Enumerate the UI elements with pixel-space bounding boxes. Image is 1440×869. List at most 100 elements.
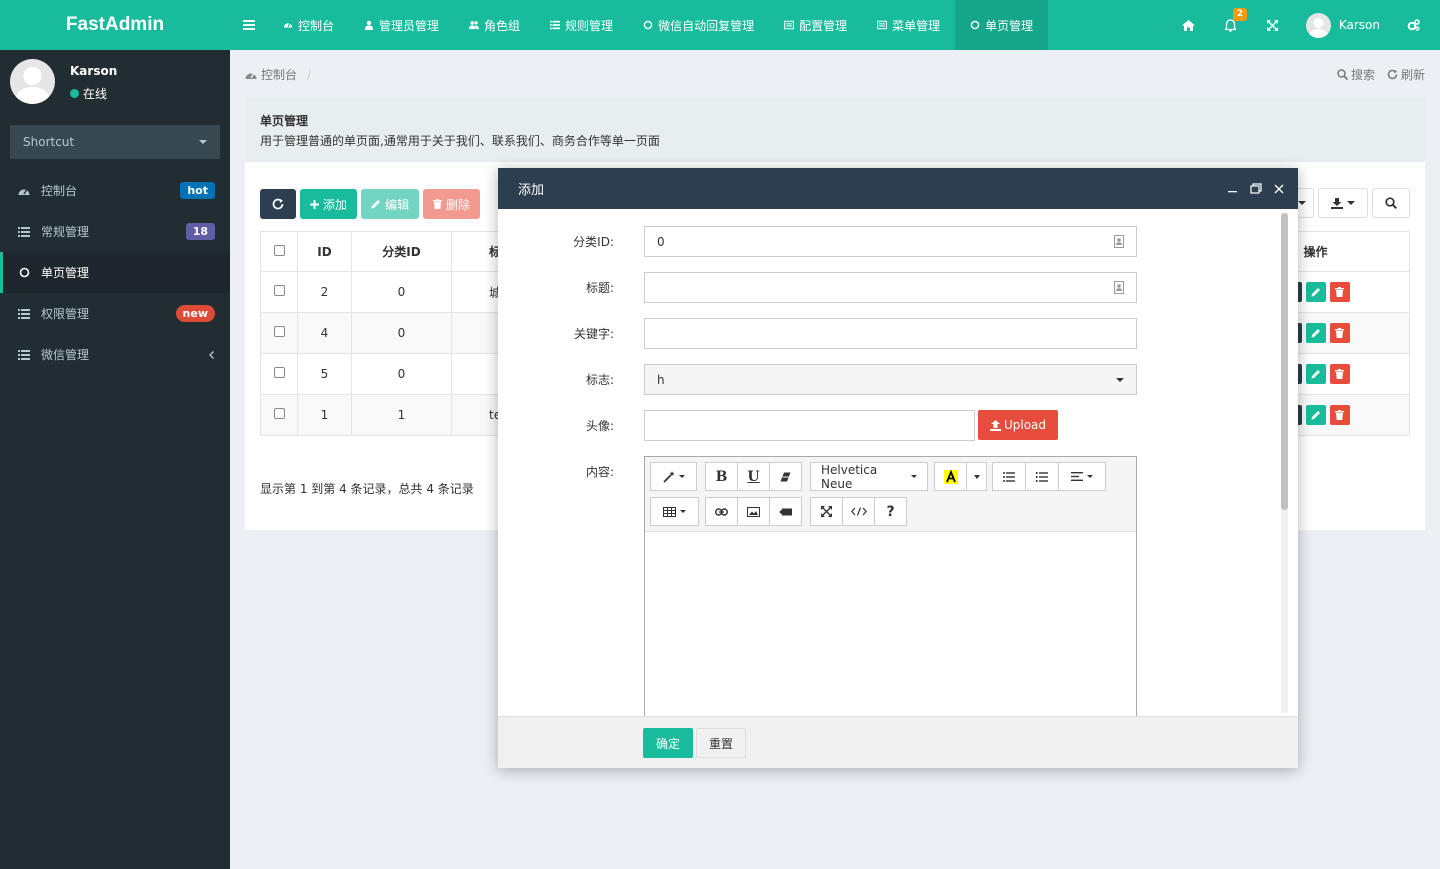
- add-button[interactable]: 添加: [300, 189, 358, 219]
- cell-category-id: 0: [351, 271, 452, 313]
- maximize-button[interactable]: [1250, 183, 1262, 194]
- edit-row-button[interactable]: [1305, 323, 1326, 343]
- export-button[interactable]: [1318, 188, 1368, 218]
- ordered-list-button[interactable]: [1025, 462, 1059, 491]
- underline-button[interactable]: U: [737, 462, 770, 491]
- delete-row-button[interactable]: [1329, 405, 1350, 425]
- font-family-select[interactable]: Helvetica Neue: [810, 462, 928, 491]
- notification-count-badge: 2: [1232, 8, 1248, 21]
- edit-row-button[interactable]: [1305, 364, 1326, 384]
- dialog-body: 分类ID: 0 标题: 关键字: 标志: h 头像: Upload 内容: B …: [498, 209, 1298, 716]
- delete-row-button[interactable]: [1329, 323, 1350, 343]
- sidebar-item-page-management[interactable]: 单页管理: [0, 252, 230, 293]
- tab-menu-management[interactable]: 菜单管理: [862, 0, 955, 50]
- tab-admin-management[interactable]: 管理员管理: [349, 0, 454, 50]
- video-button[interactable]: [769, 497, 802, 526]
- cell-category-id: 0: [351, 312, 452, 354]
- font-color-dropdown[interactable]: [966, 462, 987, 491]
- editor-content-area[interactable]: [645, 532, 1136, 716]
- submit-button[interactable]: 确定: [643, 728, 693, 758]
- clear-format-button[interactable]: [769, 462, 802, 491]
- dialog-header[interactable]: 添加: [498, 168, 1298, 209]
- user-panel: Karson 在线: [10, 59, 220, 109]
- breadcrumb-separator: /: [307, 67, 312, 82]
- app-logo[interactable]: FastAdmin: [0, 0, 230, 50]
- upload-icon: [989, 419, 1001, 431]
- settings-button[interactable]: [1392, 0, 1434, 50]
- style-button[interactable]: [650, 462, 697, 491]
- scrollbar-thumb[interactable]: [1281, 213, 1288, 510]
- search-toggle-button[interactable]: [1372, 188, 1410, 218]
- reset-button[interactable]: 重置: [696, 728, 746, 758]
- pencil-icon: [1311, 329, 1320, 338]
- list-icon: [550, 20, 561, 30]
- bold-button[interactable]: B: [705, 462, 738, 491]
- upload-button[interactable]: Upload: [978, 410, 1058, 440]
- tab-wechat-autoreply[interactable]: 微信自动回复管理: [628, 0, 769, 50]
- fullscreen-editor-button[interactable]: [810, 497, 843, 526]
- row-checkbox[interactable]: [273, 367, 285, 378]
- minimize-button[interactable]: [1227, 183, 1238, 194]
- delete-row-button[interactable]: [1329, 364, 1350, 384]
- edit-row-button[interactable]: [1305, 405, 1326, 425]
- row-checkbox[interactable]: [273, 285, 285, 296]
- delete-button[interactable]: 删除: [423, 189, 481, 219]
- unordered-list-button[interactable]: [992, 462, 1026, 491]
- tab-page-management[interactable]: 单页管理: [955, 0, 1049, 50]
- sidebar-item-general[interactable]: 常规管理 18: [0, 211, 230, 252]
- image-button[interactable]: [737, 497, 770, 526]
- code-view-button[interactable]: [842, 497, 875, 526]
- avatar-field[interactable]: [644, 410, 975, 441]
- table-button[interactable]: [650, 497, 699, 526]
- search-link[interactable]: 搜索: [1337, 66, 1375, 83]
- row-checkbox[interactable]: [273, 326, 285, 337]
- link-button[interactable]: [705, 497, 738, 526]
- refresh-icon: [272, 198, 284, 210]
- category-id-field[interactable]: 0: [644, 226, 1137, 257]
- tab-config-management[interactable]: 配置管理: [769, 0, 862, 50]
- user-menu[interactable]: Karson: [1294, 12, 1392, 38]
- home-button[interactable]: [1168, 0, 1210, 50]
- breadcrumb-home[interactable]: 控制台: [261, 66, 297, 83]
- column-header-id[interactable]: ID: [297, 231, 352, 272]
- sidebar-item-wechat[interactable]: 微信管理: [0, 334, 230, 375]
- field-label: 标题:: [585, 280, 614, 295]
- close-button[interactable]: [1274, 184, 1284, 194]
- flag-select[interactable]: h: [644, 364, 1137, 395]
- text-color-icon: [943, 469, 958, 484]
- refresh-icon: [1387, 69, 1398, 80]
- select-all-checkbox[interactable]: [273, 244, 285, 256]
- paragraph-align-button[interactable]: [1058, 462, 1106, 491]
- fullscreen-button[interactable]: [1252, 0, 1294, 50]
- help-button[interactable]: ?: [874, 497, 907, 526]
- keywords-field[interactable]: [644, 318, 1137, 349]
- tab-role-group[interactable]: 角色组: [454, 0, 535, 50]
- circle-icon: [643, 20, 653, 30]
- cell-id: 2: [297, 271, 352, 313]
- plus-icon: [310, 199, 319, 209]
- breadcrumb: 控制台 /: [245, 66, 311, 83]
- tab-dashboard[interactable]: 控制台: [268, 0, 349, 50]
- page-title: 单页管理: [260, 114, 309, 128]
- edit-button[interactable]: 编辑: [361, 189, 420, 219]
- sidebar-item-dashboard[interactable]: 控制台 hot: [0, 170, 230, 211]
- notifications-button[interactable]: 2: [1210, 0, 1252, 50]
- cell-id: 1: [297, 394, 352, 436]
- chevron-down-icon: [1116, 377, 1124, 382]
- sidebar-toggle-button[interactable]: [230, 0, 268, 50]
- refresh-link[interactable]: 刷新: [1387, 66, 1425, 83]
- column-header-category-id[interactable]: 分类ID: [351, 231, 452, 272]
- trash-icon: [1335, 410, 1344, 420]
- dialog-scrollbar[interactable]: [1281, 213, 1288, 713]
- delete-row-button[interactable]: [1329, 282, 1350, 302]
- shortcut-select[interactable]: Shortcut: [10, 125, 220, 159]
- list-icon: [18, 308, 30, 319]
- refresh-button[interactable]: [260, 189, 296, 219]
- tab-rule-management[interactable]: 规则管理: [535, 0, 628, 50]
- title-field[interactable]: [644, 272, 1137, 303]
- tab-label: 单页管理: [985, 18, 1034, 33]
- edit-row-button[interactable]: [1305, 282, 1326, 302]
- sidebar-item-permission[interactable]: 权限管理 new: [0, 293, 230, 334]
- font-color-button[interactable]: [934, 462, 967, 491]
- row-checkbox[interactable]: [273, 408, 285, 419]
